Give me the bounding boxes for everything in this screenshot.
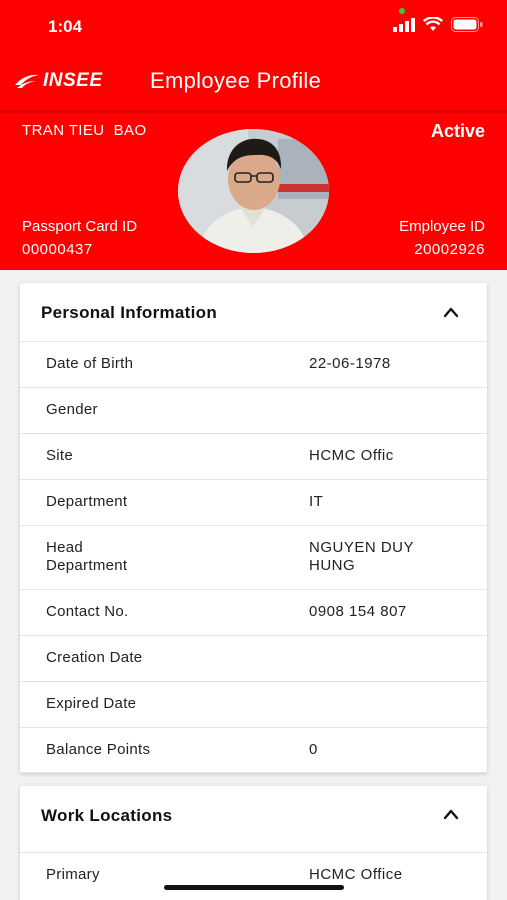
logo-swoosh-icon [15,74,39,88]
row-contact-no: Contact No. 0908 154 807 [20,589,487,635]
employee-id-value: 20002926 [414,241,485,258]
row-label: Department [46,493,128,510]
row-creation-date: Creation Date [20,635,487,681]
row-site: Site HCMC Offic [20,433,487,479]
avatar[interactable] [178,129,329,253]
passport-card-id: 00000437 [22,241,93,258]
row-value: 0908 154 807 [309,603,407,620]
wifi-icon [422,16,444,37]
status-badge: Active [430,121,485,141]
passport-card-label: Passport Card ID [22,218,138,235]
row-label: Site [46,447,74,464]
row-value: 22-06-1978 [309,355,391,372]
row-department: Department IT [20,479,487,525]
section-title: Work Locations [41,806,173,825]
row-expired-date: Expired Date [20,681,487,727]
battery-icon [451,17,483,37]
signal-icon [393,17,415,37]
chevron-up-icon[interactable] [443,306,459,318]
row-label: Head Department [46,539,128,574]
app-header: INSEE Employee Profile [0,55,507,111]
status-time: 1:04 [48,17,83,36]
row-label: Creation Date [46,649,143,666]
home-indicator[interactable] [164,885,344,890]
row-gender: Gender [20,387,487,433]
row-label: Primary [46,866,100,883]
row-value: 0 [309,741,318,758]
row-value: NGUYEN DUY HUNG [309,539,415,574]
chevron-up-icon[interactable] [443,808,459,820]
row-primary-location: Primary HCMC Office [20,852,487,898]
work-locations-header[interactable]: Work Locations [20,786,487,852]
row-label: Gender [46,401,98,418]
row-label: Contact No. [46,603,129,620]
row-label: Expired Date [46,695,137,712]
insee-logo[interactable]: INSEE [14,70,103,92]
row-value: HCMC Offic [309,447,394,464]
header-divider [0,110,507,113]
section-title: Personal Information [41,303,218,322]
employee-id-label: Employee ID [399,218,485,235]
row-date-of-birth: Date of Birth 22-06-1978 [20,341,487,387]
row-label: Balance Points [46,741,151,758]
personal-information-card: Personal Information Date of Birth 22-06… [20,283,487,773]
personal-information-header[interactable]: Personal Information [20,283,487,341]
work-locations-card: Work Locations Primary HCMC Office [20,786,487,900]
row-balance-points: Balance Points 0 [20,727,487,773]
camera-indicator-dot [399,8,405,14]
status-icons [393,16,483,37]
row-label: Date of Birth [46,355,134,372]
logo-text: INSEE [43,70,103,91]
employee-name: TRAN TIEU BAO [22,122,147,139]
row-head-department: Head Department NGUYEN DUY HUNG [20,525,487,589]
row-value: HCMC Office [309,866,403,883]
page-title: Employee Profile [150,68,322,93]
row-value: IT [309,493,324,510]
